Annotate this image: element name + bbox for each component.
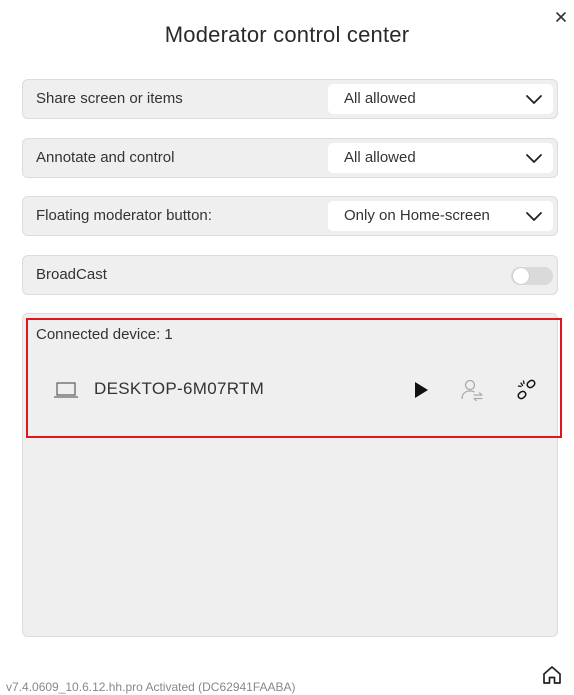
close-icon[interactable]	[552, 8, 570, 26]
share-screen-label: Share screen or items	[36, 90, 183, 107]
chevron-down-icon	[526, 154, 542, 163]
device-row[interactable]: DESKTOP-6M07RTM	[50, 375, 550, 407]
laptop-icon	[54, 382, 78, 398]
connected-devices-panel	[22, 313, 558, 637]
chevron-down-icon	[526, 212, 542, 221]
toggle-knob	[513, 268, 529, 284]
chevron-down-icon	[526, 95, 542, 104]
share-screen-select[interactable]: All allowed	[328, 84, 553, 114]
annotate-control-value: All allowed	[344, 149, 416, 166]
share-screen-row: Share screen or items All allowed	[22, 79, 558, 119]
annotate-control-select[interactable]: All allowed	[328, 143, 553, 173]
broadcast-label: BroadCast	[36, 266, 107, 283]
floating-button-label: Floating moderator button:	[36, 207, 212, 224]
unlink-icon[interactable]	[514, 377, 540, 403]
annotate-control-row: Annotate and control All allowed	[22, 138, 558, 178]
home-icon[interactable]	[541, 664, 563, 686]
annotate-control-label: Annotate and control	[36, 149, 175, 166]
floating-button-row: Floating moderator button: Only on Home-…	[22, 196, 558, 236]
floating-button-select[interactable]: Only on Home-screen	[328, 201, 553, 231]
broadcast-toggle[interactable]	[511, 267, 553, 285]
user-transfer-icon[interactable]	[459, 377, 485, 403]
broadcast-row: BroadCast	[22, 255, 558, 295]
floating-button-value: Only on Home-screen	[344, 207, 490, 224]
connected-device-count: Connected device: 1	[36, 326, 173, 343]
play-icon[interactable]	[408, 377, 434, 403]
device-name: DESKTOP-6M07RTM	[94, 379, 265, 398]
share-screen-value: All allowed	[344, 90, 416, 107]
version-text: v7.4.0609_10.6.12.hh.pro Activated (DC62…	[6, 680, 296, 694]
dialog-title: Moderator control center	[164, 22, 410, 47]
